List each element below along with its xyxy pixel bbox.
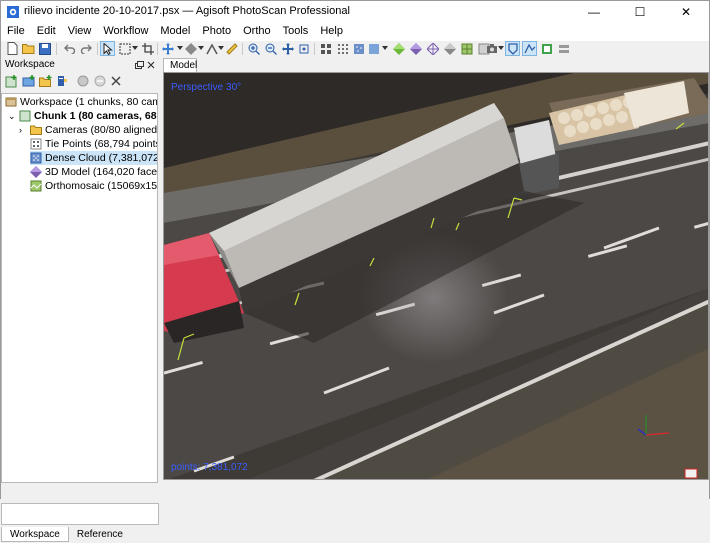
orthomosaic-icon <box>30 180 42 192</box>
model-textured-icon[interactable] <box>443 42 456 55</box>
points-count-label: points: 7,381,072 <box>171 462 248 473</box>
show-region-icon[interactable] <box>540 42 553 55</box>
show-markers-icon[interactable] <box>505 41 520 56</box>
model-solid-icon[interactable] <box>409 42 422 55</box>
tie-points-icon <box>30 138 42 150</box>
tree-item-label: Orthomosaic (15069x15004, - <box>45 180 158 192</box>
tree-item-dense-cloud[interactable]: Dense Cloud (7,381,072 poin <box>30 151 158 165</box>
float-panel-icon[interactable] <box>135 61 144 69</box>
collapsed-chevron-icon[interactable]: › <box>19 125 27 135</box>
save-project-icon[interactable] <box>38 42 51 55</box>
status-bar <box>1 487 709 499</box>
minimize-button[interactable]: — <box>571 1 617 23</box>
perspective-label: Perspective 30° <box>171 82 242 93</box>
menu-edit[interactable]: Edit <box>31 23 62 41</box>
menu-help[interactable]: Help <box>314 23 349 41</box>
zoom-in-icon[interactable] <box>247 42 260 55</box>
show-cameras-grid-icon[interactable] <box>319 42 332 55</box>
show-shapes-icon[interactable] <box>522 41 537 56</box>
disable-icon[interactable] <box>94 75 106 87</box>
tree-item-label: 3D Model (164,020 faces) <box>45 166 158 178</box>
tree-item-label: Chunk 1 (80 cameras, 68,794 p <box>34 110 157 122</box>
undo-icon[interactable] <box>63 42 76 55</box>
model-shaded-icon[interactable] <box>392 42 405 55</box>
menu-tools[interactable]: Tools <box>277 23 315 41</box>
dense-cloud-classes-icon[interactable] <box>367 42 380 55</box>
menu-bar: File Edit View Workflow Model Photo Orth… <box>1 23 709 41</box>
show-points-icon[interactable] <box>336 42 349 55</box>
menu-photo[interactable]: Photo <box>196 23 237 41</box>
zoom-out-icon[interactable] <box>264 42 277 55</box>
move-view-icon[interactable] <box>281 42 294 55</box>
dense-cloud-render <box>164 73 708 479</box>
workspace-properties-pane <box>1 503 159 525</box>
menu-view[interactable]: View <box>62 23 98 41</box>
tab-workspace[interactable]: Workspace <box>1 527 69 542</box>
app-window: rilievo incidente 20-10-2017.psx — Agiso… <box>0 0 710 542</box>
bottom-panel-tabs: Workspace Reference <box>1 527 159 543</box>
menu-ortho[interactable]: Ortho <box>237 23 277 41</box>
window-title: rilievo incidente 20-10-2017.psx — Agiso… <box>24 5 350 17</box>
workspace-tree: Workspace (1 chunks, 80 cameras) ⌄ Chunk… <box>1 93 158 483</box>
menu-file[interactable]: File <box>1 23 31 41</box>
close-panel-icon[interactable] <box>147 61 155 69</box>
navigation-cursor-icon[interactable] <box>100 41 115 56</box>
tab-reference[interactable]: Reference <box>69 527 131 542</box>
tree-item-3d-model[interactable]: 3D Model (164,020 faces) <box>30 165 158 179</box>
expanded-chevron-icon[interactable]: ⌄ <box>8 111 16 122</box>
folder-icon <box>30 125 42 135</box>
transform-shape-icon[interactable] <box>205 42 218 55</box>
add-chunk-icon[interactable] <box>5 75 18 88</box>
open-project-icon[interactable] <box>22 42 35 55</box>
tree-item-label: Dense Cloud (7,381,072 poin <box>45 152 158 164</box>
tree-item-label: Tie Points (68,794 points) <box>45 138 158 150</box>
enable-icon[interactable] <box>77 75 89 87</box>
workspace-panel-title: Workspace <box>5 59 55 70</box>
menu-workflow[interactable]: Workflow <box>97 23 154 41</box>
chunk-icon <box>19 110 31 122</box>
main-toolbar <box>1 41 709 57</box>
tab-model[interactable]: Model <box>163 58 197 72</box>
dense-cloud-view-icon[interactable] <box>352 42 365 55</box>
show-trackball-icon[interactable] <box>557 42 570 55</box>
add-folder-icon[interactable] <box>39 75 52 88</box>
model-viewport[interactable]: Perspective 30° points: 7,381,072 <box>163 72 709 480</box>
close-button[interactable]: ✕ <box>663 1 709 23</box>
tree-item-cameras[interactable]: › Cameras (80/80 aligned) <box>19 123 158 137</box>
workspace-panel-header: Workspace <box>1 58 159 72</box>
reset-view-icon[interactable] <box>297 42 310 55</box>
workspace-toolbar <box>1 73 159 91</box>
menu-model[interactable]: Model <box>154 23 196 41</box>
tree-item-workspace[interactable]: Workspace (1 chunks, 80 cameras) <box>5 95 157 109</box>
photoscan-app-icon <box>7 6 19 18</box>
redo-icon[interactable] <box>79 42 92 55</box>
new-project-icon[interactable] <box>6 42 19 55</box>
remove-item-icon[interactable] <box>111 76 121 86</box>
tree-item-label: Cameras (80/80 aligned) <box>45 124 158 136</box>
title-bar: rilievo incidente 20-10-2017.psx — Agiso… <box>1 1 709 23</box>
tiled-model-icon[interactable] <box>460 42 473 55</box>
tree-item-chunk-1[interactable]: ⌄ Chunk 1 (80 cameras, 68,794 p <box>8 109 157 123</box>
workspace-panel: Workspace Workspace (1 chunks, 80 camera… <box>1 58 159 542</box>
maximize-button[interactable]: ☐ <box>617 1 663 23</box>
add-photos-icon[interactable] <box>22 75 35 88</box>
tree-item-label: Workspace (1 chunks, 80 cameras) <box>20 96 157 108</box>
crop-icon[interactable] <box>141 42 154 55</box>
move-object-icon[interactable] <box>161 42 174 55</box>
tree-item-tie-points[interactable]: Tie Points (68,794 points) <box>30 137 158 151</box>
model-wireframe-icon[interactable] <box>426 42 439 55</box>
dense-cloud-icon <box>30 152 42 164</box>
rectangle-selection-icon[interactable] <box>118 42 131 55</box>
show-cameras-icon[interactable] <box>485 42 498 55</box>
model-icon <box>30 166 42 178</box>
workspace-icon <box>5 97 17 107</box>
ruler-icon[interactable] <box>225 42 238 55</box>
tree-item-orthomosaic[interactable]: Orthomosaic (15069x15004, - <box>30 179 158 193</box>
transform-region-icon[interactable] <box>184 42 197 55</box>
add-markers-icon[interactable] <box>56 75 68 88</box>
